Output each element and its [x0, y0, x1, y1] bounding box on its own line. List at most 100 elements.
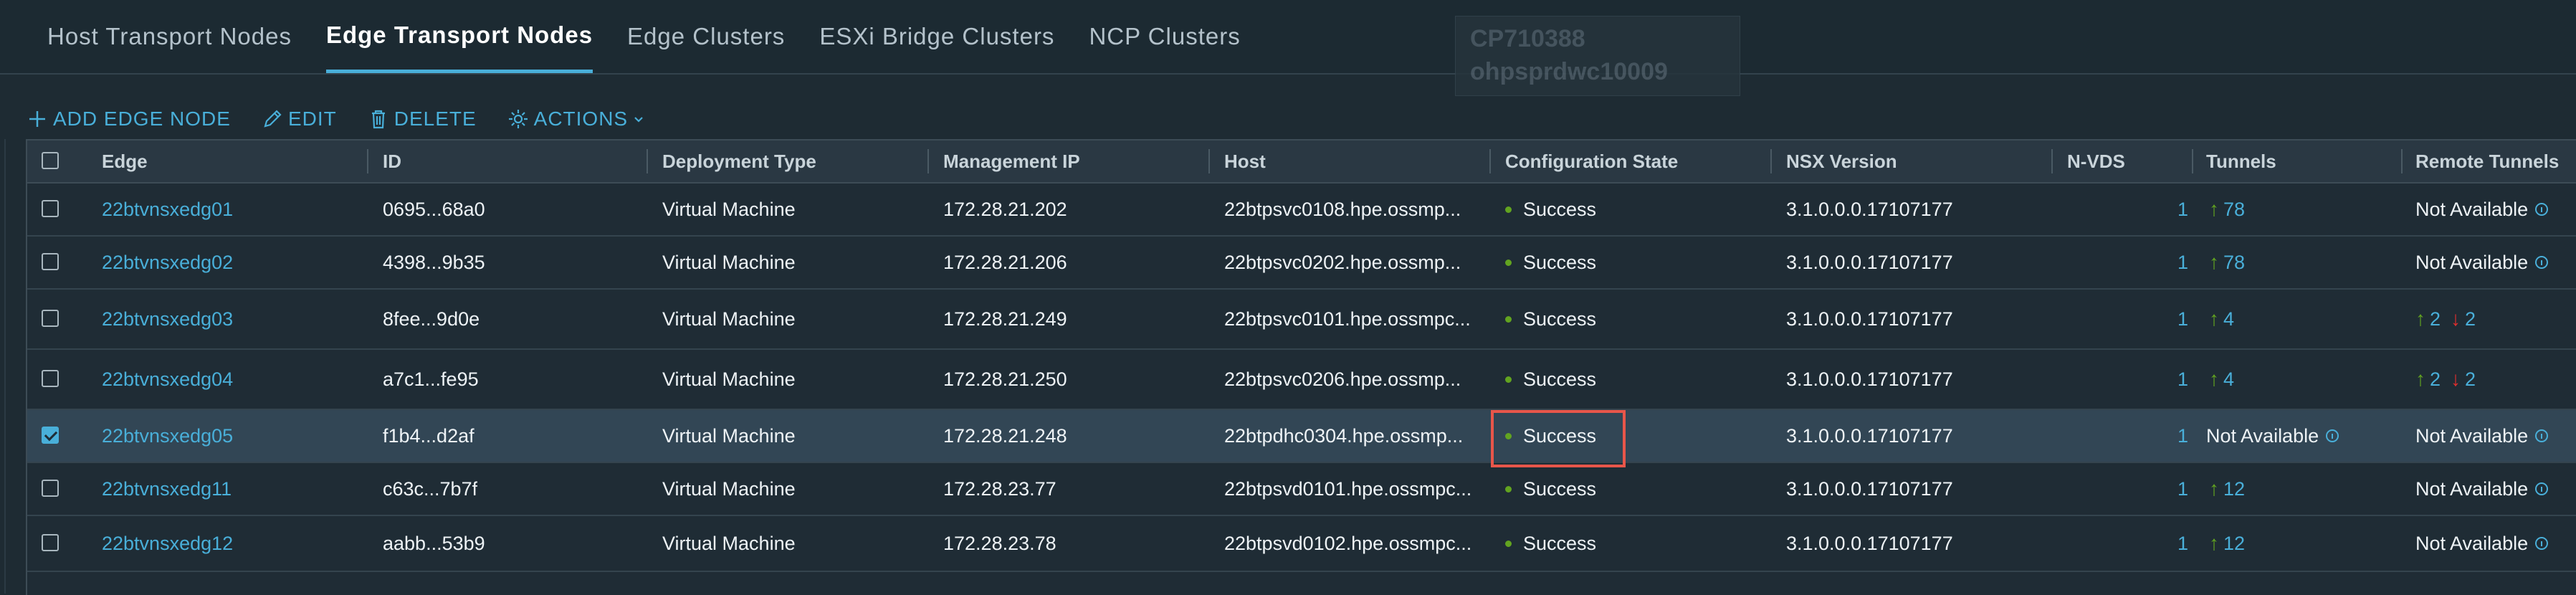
tab-ncp-clusters[interactable]: NCP Clusters	[1089, 0, 1240, 73]
column-header-nvds[interactable]: N-VDS	[2067, 141, 2125, 182]
configuration-state: Success	[1505, 184, 1596, 235]
arrow-up-icon: ↑	[2209, 198, 2219, 220]
column-separator[interactable]	[927, 149, 929, 173]
edge-id: 4398...9b35	[383, 251, 485, 273]
arrow-up-icon: ↑	[2415, 308, 2425, 330]
actions-dropdown[interactable]: ACTIONS	[507, 108, 645, 130]
tunnels-status[interactable]: ↑ 4	[2209, 290, 2234, 348]
column-separator[interactable]	[367, 149, 368, 173]
remote-up-count: 2	[2430, 308, 2441, 330]
table-row[interactable]: 22btvnsxedg12 aabb...53b9 Virtual Machin…	[27, 516, 2576, 572]
column-separator[interactable]	[2192, 149, 2193, 173]
column-header-edge[interactable]: Edge	[102, 141, 148, 182]
tunnels-status[interactable]: ↑ 78	[2209, 184, 2245, 235]
nvds-count-link[interactable]: 1	[2177, 184, 2188, 235]
info-icon[interactable]	[2535, 429, 2549, 442]
remote-up-count: 2	[2430, 368, 2441, 390]
column-separator[interactable]	[1489, 149, 1491, 173]
column-separator[interactable]	[647, 149, 648, 173]
arrow-down-icon: ↓	[2451, 308, 2461, 330]
edge-id: 0695...68a0	[383, 198, 485, 220]
delete-button[interactable]: DELETE	[367, 108, 477, 130]
edge-name-link[interactable]: 22btvnsxedg04	[102, 350, 233, 409]
column-separator[interactable]	[2401, 149, 2403, 173]
nvds-count-link[interactable]: 1	[2177, 410, 2188, 462]
host-name: 22btpsvd0102.hpe.ossmpc...	[1224, 532, 1472, 554]
add-edge-node-button[interactable]: ADD EDGE NODE	[26, 108, 231, 130]
nvds-count-link[interactable]: 1	[2177, 290, 2188, 348]
deployment-type: Virtual Machine	[662, 424, 796, 447]
row-checkbox[interactable]	[42, 200, 59, 217]
table-row[interactable]: 22btvnsxedg04 a7c1...fe95 Virtual Machin…	[27, 350, 2576, 410]
success-status-dot-icon	[1505, 315, 1512, 323]
row-checkbox[interactable]	[42, 310, 59, 327]
deployment-type: Virtual Machine	[662, 198, 796, 220]
info-icon[interactable]	[2535, 482, 2549, 495]
remote-tunnels-status: Not Available	[2415, 410, 2549, 462]
tunnels-status[interactable]: ↑ 12	[2209, 516, 2245, 571]
host-name: 22btpsvc0206.hpe.ossmp...	[1224, 368, 1461, 390]
tunnels-status[interactable]: ↑ 12	[2209, 463, 2245, 515]
tunnels-text: Not Available	[2206, 424, 2319, 447]
success-status-dot-icon	[1505, 540, 1512, 547]
column-header-remote-tunnels[interactable]: Remote Tunnels	[2415, 141, 2559, 182]
row-checkbox[interactable]	[42, 534, 59, 551]
row-checkbox[interactable]	[42, 480, 59, 497]
remote-tunnels-status[interactable]: ↑ 2 ↓ 2	[2415, 290, 2476, 348]
configuration-state-text: Success	[1523, 477, 1597, 500]
edge-name-link[interactable]: 22btvnsxedg01	[102, 184, 233, 235]
tunnels-status[interactable]: ↑ 4	[2209, 350, 2234, 409]
column-separator[interactable]	[1770, 149, 1772, 173]
remote-tunnels-text: Not Available	[2415, 198, 2529, 220]
column-separator[interactable]	[2051, 149, 2053, 173]
table-row[interactable]: 22btvnsxedg03 8fee...9d0e Virtual Machin…	[27, 290, 2576, 350]
management-ip: 172.28.21.206	[943, 251, 1067, 273]
remote-tunnels-status[interactable]: ↑ 2 ↓ 2	[2415, 350, 2476, 409]
table-row[interactable]: 22btvnsxedg11 c63c...7b7f Virtual Machin…	[27, 463, 2576, 516]
tab-edge-clusters[interactable]: Edge Clusters	[627, 0, 785, 73]
nvds-count-link[interactable]: 1	[2177, 463, 2188, 515]
tab-esxi-bridge-clusters[interactable]: ESXi Bridge Clusters	[819, 0, 1054, 73]
edge-name-link[interactable]: 22btvnsxedg02	[102, 237, 233, 288]
tunnels-status[interactable]: ↑ 78	[2209, 237, 2245, 288]
column-header-configuration-state[interactable]: Configuration State	[1505, 141, 1678, 182]
select-all-checkbox[interactable]	[42, 152, 59, 169]
remote-down-count: 2	[2465, 368, 2476, 390]
column-separator[interactable]	[1208, 149, 1210, 173]
remote-tunnels-status: Not Available	[2415, 237, 2549, 288]
column-header-deployment-type[interactable]: Deployment Type	[662, 141, 816, 182]
table-row[interactable]: 22btvnsxedg02 4398...9b35 Virtual Machin…	[27, 237, 2576, 290]
row-checkbox[interactable]	[42, 370, 59, 387]
tunnels-up-count: 12	[2223, 477, 2246, 500]
edge-name-link[interactable]: 22btvnsxedg11	[102, 463, 232, 515]
edge-name-link[interactable]: 22btvnsxedg03	[102, 290, 233, 348]
table-row[interactable]: 22btvnsxedg01 0695...68a0 Virtual Machin…	[27, 184, 2576, 237]
info-icon[interactable]	[2535, 537, 2549, 550]
column-header-host[interactable]: Host	[1224, 141, 1266, 182]
tab-host-transport-nodes[interactable]: Host Transport Nodes	[47, 0, 292, 73]
tunnels-up-count: 4	[2223, 368, 2235, 390]
edge-name-link[interactable]: 22btvnsxedg05	[102, 410, 233, 462]
info-icon[interactable]	[2535, 203, 2549, 216]
column-header-tunnels[interactable]: Tunnels	[2206, 141, 2276, 182]
watermark-line-2: ohpsprdwc10009	[1470, 58, 1668, 85]
nvds-count-link[interactable]: 1	[2177, 237, 2188, 288]
edit-button[interactable]: EDIT	[261, 108, 337, 130]
info-icon[interactable]	[2535, 256, 2549, 269]
row-checkbox-checked[interactable]	[42, 427, 59, 444]
nvds-count-link[interactable]: 1	[2177, 350, 2188, 409]
nvds-count-link[interactable]: 1	[2177, 516, 2188, 571]
edge-id: c63c...7b7f	[383, 477, 478, 500]
column-header-nsx-version[interactable]: NSX Version	[1786, 141, 1897, 182]
column-header-id[interactable]: ID	[383, 141, 401, 182]
configuration-state: Success	[1505, 410, 1596, 462]
configuration-state-text: Success	[1523, 368, 1597, 390]
nsx-version: 3.1.0.0.0.17107177	[1786, 424, 1953, 447]
table-row-selected[interactable]: 22btvnsxedg05 f1b4...d2af Virtual Machin…	[27, 410, 2576, 463]
edge-name-link[interactable]: 22btvnsxedg12	[102, 516, 233, 571]
deployment-type: Virtual Machine	[662, 251, 796, 273]
column-header-management-ip[interactable]: Management IP	[943, 141, 1080, 182]
row-checkbox[interactable]	[42, 253, 59, 270]
info-icon[interactable]	[2326, 429, 2339, 442]
tab-edge-transport-nodes[interactable]: Edge Transport Nodes	[325, 0, 593, 73]
